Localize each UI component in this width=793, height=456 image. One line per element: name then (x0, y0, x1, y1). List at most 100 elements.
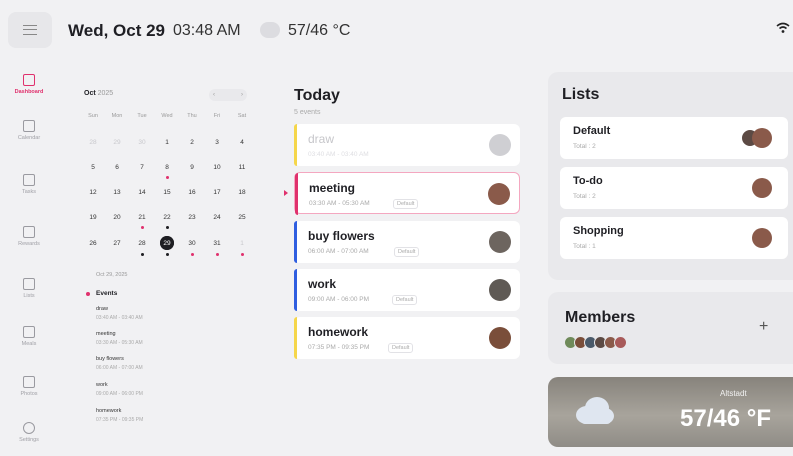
event-time: 03:40 AM - 03:40 AM (96, 315, 143, 321)
event-card-tag: Default (393, 199, 419, 209)
event-color-bar (294, 317, 297, 359)
calendar-day[interactable]: 28 (131, 240, 153, 247)
hamburger-icon (23, 25, 37, 35)
calendar-day[interactable]: 30 (131, 139, 153, 146)
today-event-count: 5 events (294, 109, 321, 116)
list-item-to-do[interactable]: To-do Total : 2 (560, 167, 788, 209)
event-card-time: 06:00 AM - 07:00 AM (308, 248, 369, 255)
event-card-tag: Default (392, 295, 418, 305)
calendar-day[interactable]: 24 (206, 214, 228, 221)
calendar-day[interactable]: 17 (206, 189, 228, 196)
wifi-icon (776, 22, 790, 33)
calendar-day[interactable]: 10 (206, 164, 228, 171)
calendar-day[interactable]: 16 (181, 189, 203, 196)
calendar-day[interactable]: 4 (231, 139, 253, 146)
event-card-time: 09:00 AM - 06:00 PM (308, 296, 370, 303)
sidebar-item-photos[interactable]: Photos (4, 364, 54, 408)
avatar (489, 134, 511, 156)
top-bar: Wed, Oct 29 03:48 AM 57/46 °C (0, 0, 793, 58)
calendar-day[interactable]: 1 (231, 240, 253, 247)
event-dot (141, 253, 144, 256)
avatar (488, 183, 510, 205)
event-card[interactable]: draw 03:40 AM - 03:40 AM (294, 124, 520, 166)
weekday-label: Tue (137, 113, 147, 119)
avatar[interactable] (614, 336, 627, 349)
events-marker (86, 292, 90, 296)
event-name[interactable]: homework (96, 408, 121, 414)
calendar-day[interactable]: 26 (82, 240, 104, 247)
list-total: Total : 2 (573, 143, 596, 150)
sidebar-item-calendar[interactable]: Calendar (4, 108, 54, 152)
event-card-tag: Default (388, 343, 414, 353)
weather-city: Altstadt (720, 389, 747, 398)
calendar-day[interactable]: 2 (181, 139, 203, 146)
event-time: 07:35 PM - 09:35 PM (96, 417, 144, 423)
sidebar-item-label: Settings (19, 436, 39, 443)
event-name[interactable]: meeting (96, 331, 116, 337)
weekday-label: Thu (187, 113, 197, 119)
event-card[interactable]: work 09:00 AM - 06:00 PM Default (294, 269, 520, 311)
calendar-nav: ‹ › (209, 89, 247, 101)
list-name: Default (573, 125, 611, 137)
sidebar-item-dashboard[interactable]: Dashboard (4, 62, 54, 106)
event-color-bar (294, 269, 297, 311)
event-name[interactable]: work (96, 382, 108, 388)
sidebar-item-meals[interactable]: Meals (4, 314, 54, 358)
calendar-day[interactable]: 20 (106, 214, 128, 221)
calendar-day[interactable]: 6 (106, 164, 128, 171)
calendar-day[interactable]: 28 (82, 139, 104, 146)
event-color-bar (294, 124, 297, 166)
calendar-day[interactable]: 1 (156, 139, 178, 146)
event-name[interactable]: draw (96, 306, 108, 312)
prev-month-button[interactable]: ‹ (213, 92, 215, 98)
event-dot (191, 253, 194, 256)
sidebar-item-label: Tasks (21, 188, 37, 195)
calendar-day[interactable]: 12 (82, 189, 104, 196)
avatar (489, 231, 511, 253)
calendar-year: 2025 (97, 90, 114, 97)
event-time: 03:30 AM - 05:30 AM (96, 340, 143, 346)
calendar-day-today[interactable]: 29 (156, 236, 178, 250)
calendar-day[interactable]: 23 (181, 214, 203, 221)
next-month-button[interactable]: › (241, 92, 243, 98)
event-name[interactable]: buy flowers (96, 356, 124, 362)
avatar (489, 279, 511, 301)
calendar-day[interactable]: 18 (231, 189, 253, 196)
calendar-day[interactable]: 30 (181, 240, 203, 247)
calendar-day[interactable]: 19 (82, 214, 104, 221)
calendar-day[interactable]: 9 (181, 164, 203, 171)
calendar-day[interactable]: 14 (131, 189, 153, 196)
sidebar-item-label: Photos (20, 390, 38, 397)
calendar-day[interactable]: 27 (106, 240, 128, 247)
event-card[interactable]: homework 07:35 PM - 09:35 PM Default (294, 317, 520, 359)
calendar-day[interactable]: 31 (206, 240, 228, 247)
event-color-bar (295, 173, 298, 215)
sidebar-item-rewards[interactable]: Rewards (4, 214, 54, 258)
dashboard-icon (23, 73, 35, 86)
calendar-day[interactable]: 22 (156, 214, 178, 221)
calendar-day[interactable]: 13 (106, 189, 128, 196)
list-item-default[interactable]: Default Total : 2 (560, 117, 788, 159)
event-time: 09:00 AM - 06:00 PM (96, 391, 143, 397)
calendar-day[interactable]: 3 (206, 139, 228, 146)
calendar-day[interactable]: 8 (156, 164, 178, 171)
event-card[interactable]: buy flowers 06:00 AM - 07:00 AM Default (294, 221, 520, 263)
sidebar-item-tasks[interactable]: Tasks (4, 162, 54, 206)
calendar-day[interactable]: 7 (131, 164, 153, 171)
calendar-day[interactable]: 21 (131, 214, 153, 221)
calendar-day[interactable]: 11 (231, 164, 253, 171)
event-card-title: meeting (309, 181, 356, 195)
calendar-day[interactable]: 5 (82, 164, 104, 171)
header-time: 03:48 AM (173, 22, 241, 39)
calendar-day[interactable]: 15 (156, 189, 178, 196)
calendar-day[interactable]: 29 (106, 139, 128, 146)
list-item-shopping[interactable]: Shopping Total : 1 (560, 217, 788, 259)
calendar-day[interactable]: 25 (231, 214, 253, 221)
add-member-button[interactable]: + (759, 318, 768, 336)
menu-button[interactable] (8, 12, 52, 48)
weekday-label: Sat (237, 113, 247, 119)
sidebar-item-settings[interactable]: Settings (4, 410, 54, 454)
event-card-time: 03:30 AM - 05:30 AM (309, 200, 370, 207)
sidebar-item-lists[interactable]: Lists (4, 266, 54, 310)
event-card[interactable]: meeting 03:30 AM - 05:30 AM Default (294, 172, 520, 215)
